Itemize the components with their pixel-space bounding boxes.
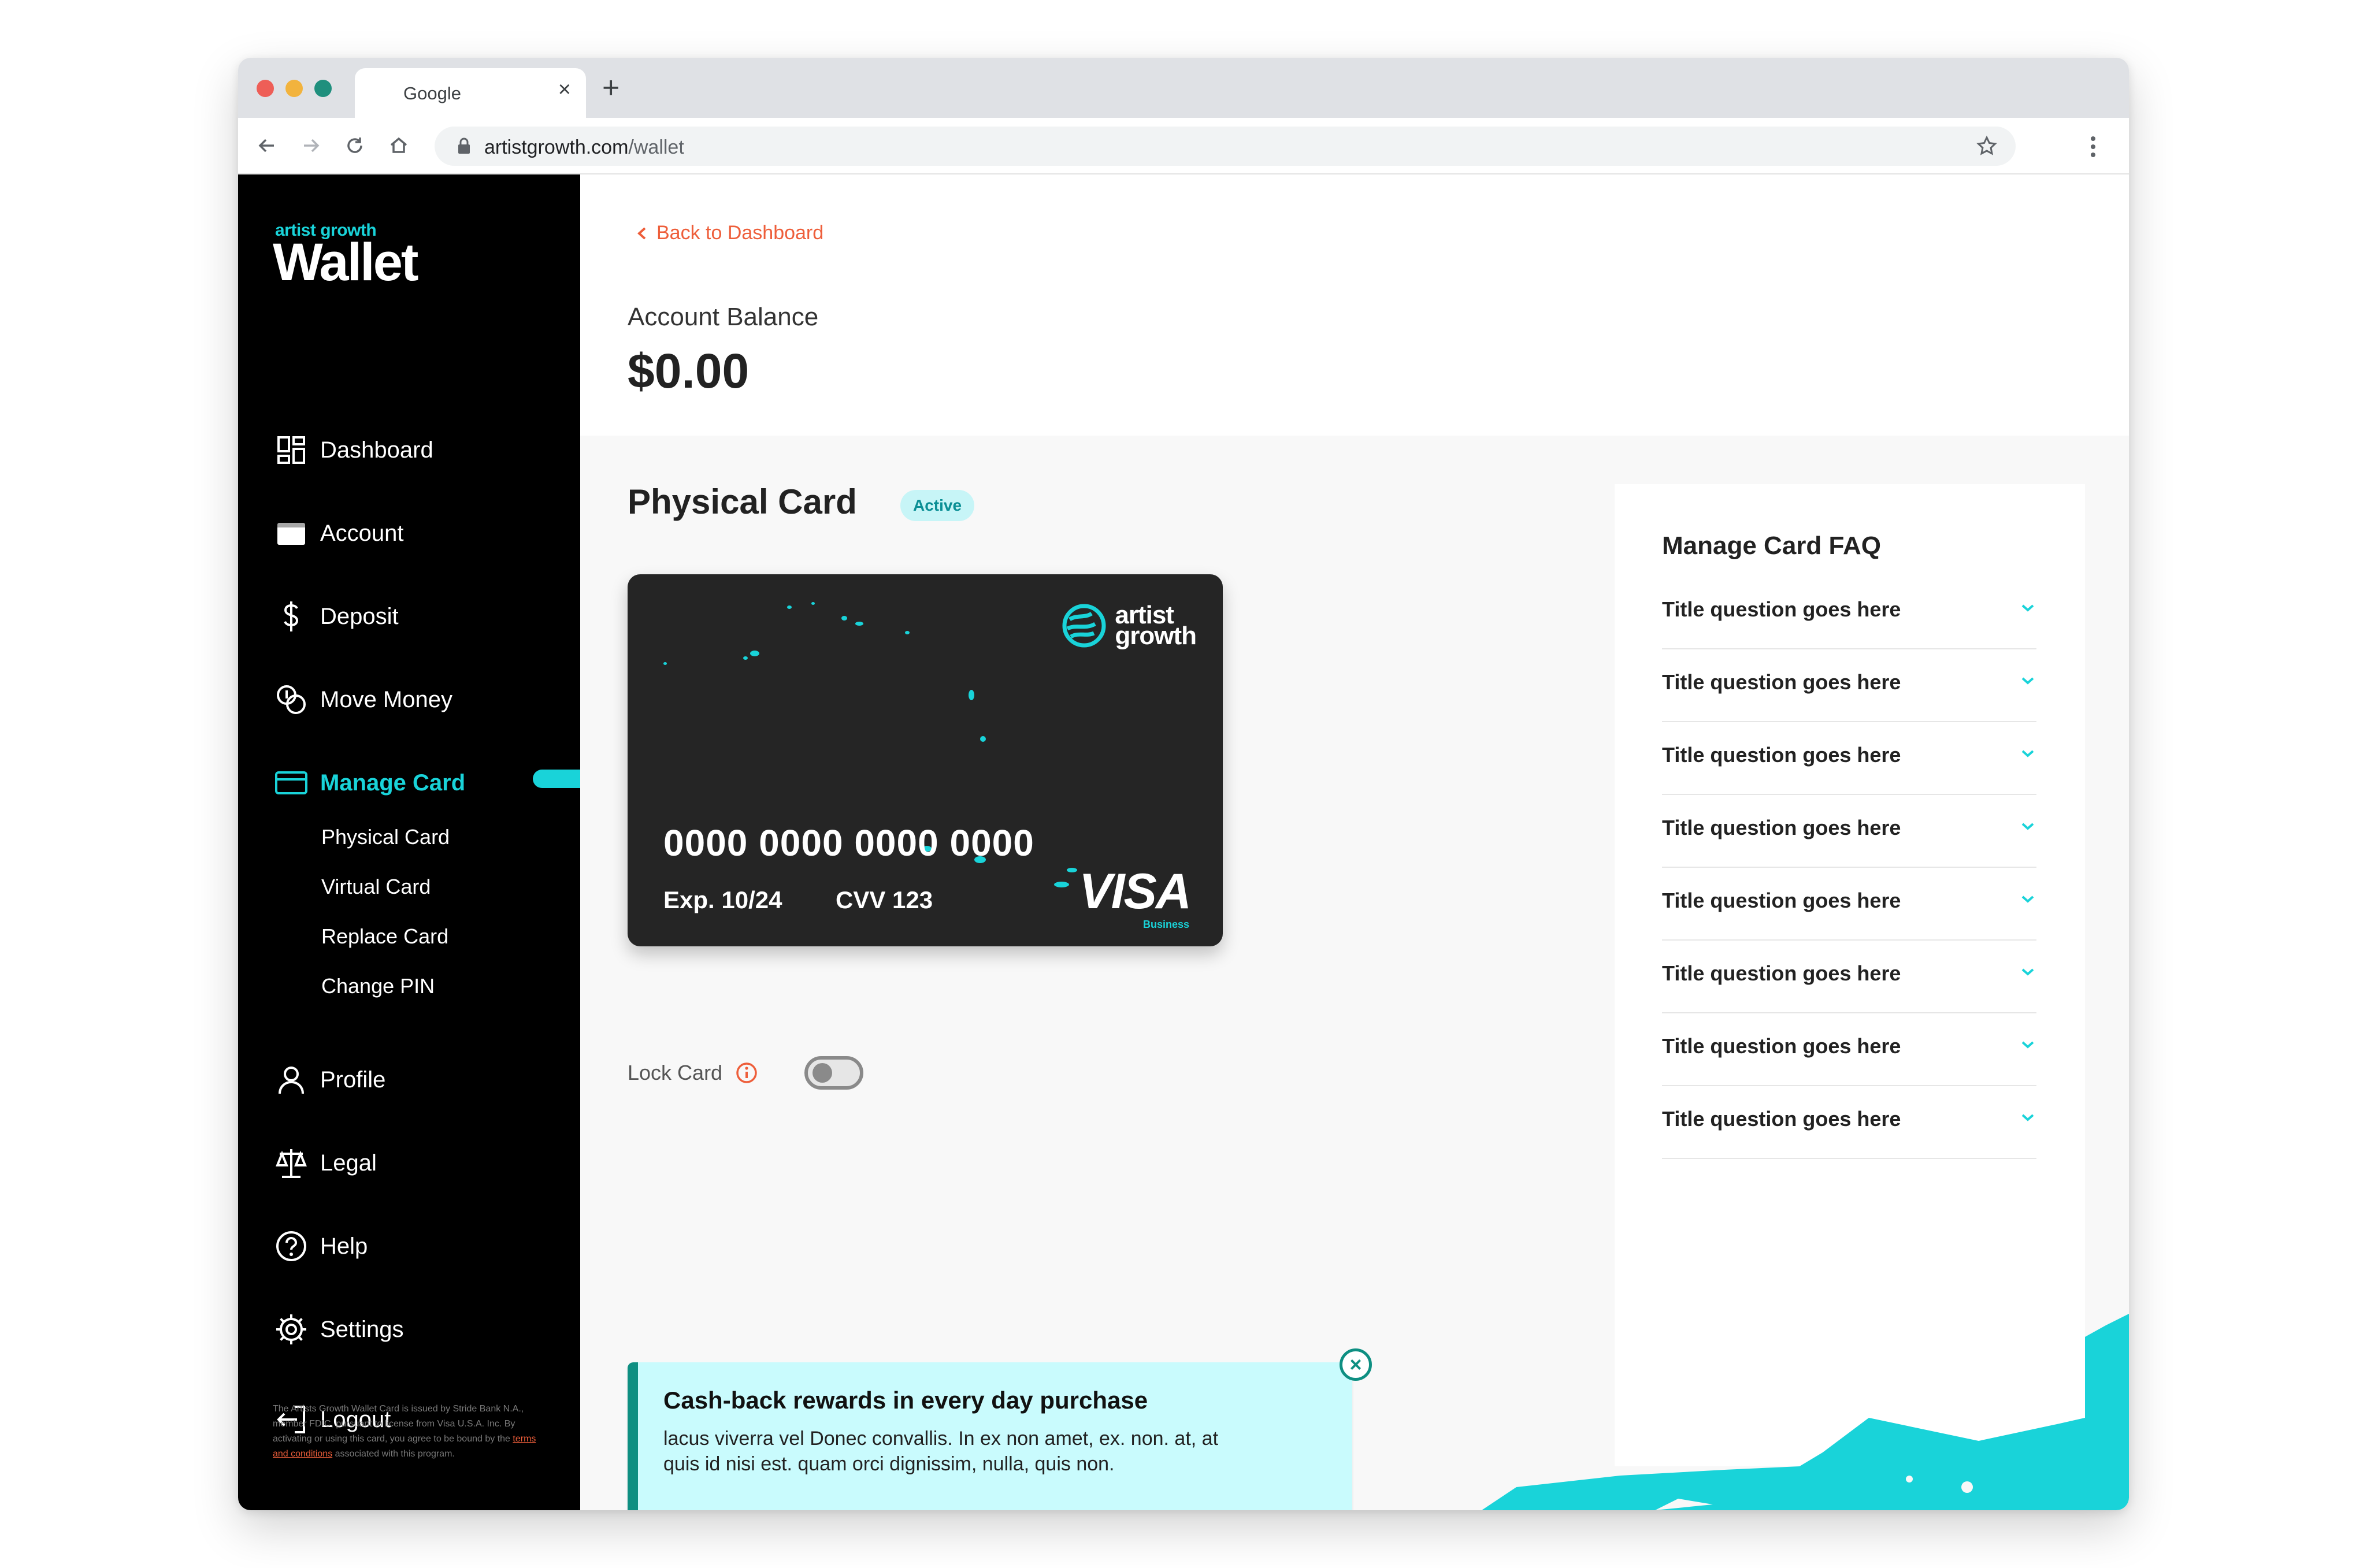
close-window-button[interactable] bbox=[257, 80, 274, 97]
user-icon bbox=[279, 1067, 304, 1094]
brand-logo[interactable]: Wallet bbox=[273, 232, 419, 293]
browser-window: Google × + artistgrowth.com/wallet artis… bbox=[238, 58, 2129, 1510]
sidebar-item-label: Manage Card bbox=[320, 770, 466, 796]
sidebar-sub-virtual-card[interactable]: Virtual Card bbox=[321, 875, 431, 899]
help-icon bbox=[276, 1231, 306, 1261]
address-bar[interactable]: artistgrowth.com/wallet bbox=[435, 127, 2016, 166]
forward-arrow-icon[interactable] bbox=[299, 134, 322, 157]
browser-menu-icon[interactable] bbox=[2090, 135, 2097, 158]
coins-icon bbox=[277, 685, 306, 714]
reload-icon[interactable] bbox=[343, 134, 366, 157]
sidebar-sub-change-pin[interactable]: Change PIN bbox=[321, 974, 435, 998]
sidebar: artist growth Wallet Dashboard Account D… bbox=[238, 174, 580, 1510]
home-icon[interactable] bbox=[387, 134, 410, 157]
sidebar-item-manage-card[interactable]: Manage Card bbox=[274, 763, 465, 803]
legal-disclaimer: The Artists Growth Wallet Card is issued… bbox=[273, 1404, 536, 1459]
decorative-paint-splash bbox=[1482, 1314, 2129, 1510]
sidebar-item-legal[interactable]: Legal bbox=[274, 1143, 377, 1183]
sidebar-item-label: Account bbox=[320, 520, 404, 546]
back-to-dashboard-link[interactable]: Back to Dashboard bbox=[636, 222, 823, 244]
sidebar-item-label: Profile bbox=[320, 1067, 386, 1093]
browser-toolbar: artistgrowth.com/wallet bbox=[238, 118, 2129, 174]
browser-tab[interactable]: Google × bbox=[355, 68, 586, 118]
tab-title: Google bbox=[403, 83, 461, 103]
sidebar-item-profile[interactable]: Profile bbox=[274, 1060, 385, 1100]
url-text: artistgrowth.com/wallet bbox=[484, 136, 684, 158]
sidebar-sub-replace-card[interactable]: Replace Card bbox=[321, 924, 448, 949]
main-header: Back to Dashboard Account Balance $0.00 bbox=[580, 174, 2129, 436]
sidebar-item-dashboard[interactable]: Dashboard bbox=[274, 430, 433, 470]
sidebar-item-label: Legal bbox=[320, 1150, 377, 1176]
chevron-left-icon bbox=[637, 227, 646, 239]
card-icon bbox=[275, 771, 307, 794]
new-tab-icon[interactable]: + bbox=[602, 73, 619, 103]
minimize-window-button[interactable] bbox=[285, 80, 303, 97]
wallet-icon bbox=[277, 523, 305, 545]
balance-label: Account Balance bbox=[628, 303, 819, 331]
gear-icon bbox=[276, 1314, 306, 1344]
bookmark-star-icon[interactable] bbox=[1975, 135, 1998, 158]
main-content: Physical Card Active artist growth 0000 0… bbox=[580, 436, 2129, 1510]
balance-value: $0.00 bbox=[628, 344, 750, 398]
sidebar-item-deposit[interactable]: Deposit bbox=[274, 596, 399, 637]
back-arrow-icon[interactable] bbox=[255, 134, 279, 157]
sidebar-item-settings[interactable]: Settings bbox=[274, 1309, 404, 1350]
sidebar-item-help[interactable]: Help bbox=[274, 1226, 368, 1266]
sidebar-item-account[interactable]: Account bbox=[274, 513, 404, 553]
sidebar-item-move-money[interactable]: Move Money bbox=[274, 679, 452, 720]
sidebar-item-label: Move Money bbox=[320, 686, 452, 712]
scale-icon bbox=[276, 1149, 307, 1178]
sidebar-item-label: Help bbox=[320, 1233, 368, 1259]
sidebar-item-label: Deposit bbox=[320, 603, 399, 629]
active-sub-indicator bbox=[533, 770, 580, 788]
lock-icon bbox=[458, 138, 470, 154]
maximize-window-button[interactable] bbox=[314, 80, 332, 97]
tab-bar: Google × + bbox=[238, 58, 2129, 118]
sidebar-item-label: Settings bbox=[320, 1316, 404, 1342]
dashboard-icon bbox=[277, 436, 305, 464]
close-tab-icon[interactable]: × bbox=[558, 79, 571, 101]
dollar-icon bbox=[284, 601, 299, 631]
sidebar-sub-physical-card[interactable]: Physical Card bbox=[321, 825, 450, 849]
sidebar-item-label: Dashboard bbox=[320, 437, 433, 463]
